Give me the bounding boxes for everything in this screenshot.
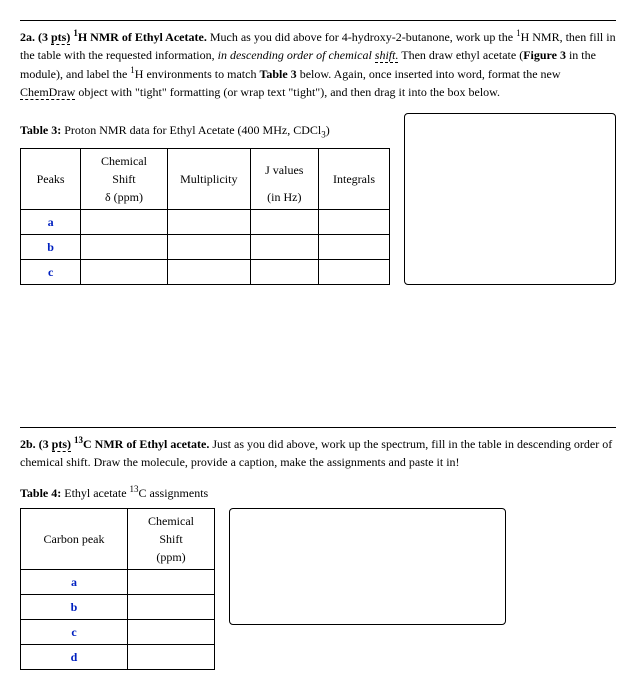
italic-text: in descending order of chemical shift. — [218, 48, 399, 63]
chemdraw-text: ChemDraw — [20, 85, 75, 100]
table-row: a — [21, 570, 215, 595]
cell-blank[interactable] — [81, 234, 168, 259]
text: below. Again, once inserted into word, f… — [297, 67, 561, 81]
table-row: b — [21, 234, 390, 259]
caption-bold: Table 4: — [20, 486, 61, 500]
peak-label: c — [21, 259, 81, 284]
table-row: c — [21, 259, 390, 284]
cell-blank[interactable] — [318, 209, 389, 234]
col-mult-header: Multiplicity — [167, 148, 250, 209]
cell-blank[interactable] — [167, 209, 250, 234]
peak-label: b — [21, 595, 128, 620]
table-row: Peaks Chemical Shift Multiplicity J valu… — [21, 148, 390, 188]
peak-label: a — [21, 209, 81, 234]
text: C assignments — [139, 486, 209, 500]
figure-ref: Figure 3 — [523, 48, 566, 62]
caption-bold: Table 3: — [20, 123, 61, 137]
col-j-header-top: J values — [250, 148, 318, 188]
table3-caption: Table 3: Proton NMR data for Ethyl Aceta… — [20, 121, 390, 142]
text: Then draw ethyl acetate ( — [398, 48, 523, 62]
text: Ethyl acetate — [61, 486, 129, 500]
col-cs-header-bot: δ (ppm) — [81, 188, 168, 210]
table-row: d — [21, 645, 215, 670]
cell-blank[interactable] — [250, 234, 318, 259]
table-row: Carbon peak Chemical — [21, 509, 215, 531]
col-int-header: Integrals — [318, 148, 389, 209]
pts-text: pts) — [51, 30, 70, 45]
col-j-header-bot: (in Hz) — [250, 188, 318, 210]
cell-blank[interactable] — [81, 259, 168, 284]
figure3-dropbox[interactable] — [404, 113, 616, 285]
sec2a-left: Table 3: Proton NMR data for Ethyl Aceta… — [20, 113, 390, 285]
text: object with "tight" formatting (or wrap … — [75, 85, 500, 99]
table-row: c — [21, 620, 215, 645]
text: shift. — [375, 48, 399, 63]
table3: Peaks Chemical Shift Multiplicity J valu… — [20, 148, 390, 285]
table-row: b — [21, 595, 215, 620]
section-2b-rule — [20, 427, 616, 428]
peak-label: a — [21, 570, 128, 595]
peak-label: d — [21, 645, 128, 670]
text: ) — [326, 123, 330, 137]
text: H NMR of Ethyl Acetate. — [78, 30, 207, 44]
section-2b-paragraph: 2b. (3 pts) 13C NMR of Ethyl acetate. Ju… — [20, 434, 616, 471]
cell-blank[interactable] — [318, 234, 389, 259]
text: 2a. (3 — [20, 30, 51, 44]
text: H environments to match — [135, 67, 260, 81]
sec2b-row: Carbon peak Chemical Shift (ppm) a b c d — [20, 508, 616, 670]
cell-blank[interactable] — [128, 595, 215, 620]
col-cs-header-1: Chemical — [128, 509, 215, 531]
superscript: 13 — [130, 484, 139, 494]
vertical-gap — [20, 285, 616, 425]
section-2a-rule — [20, 20, 616, 21]
structure-dropbox[interactable] — [229, 508, 506, 625]
cell-blank[interactable] — [250, 209, 318, 234]
cell-blank[interactable] — [81, 209, 168, 234]
peak-label: b — [21, 234, 81, 259]
text: 2b. (3 — [20, 437, 52, 451]
table4-caption: Table 4: Ethyl acetate 13C assignments — [20, 483, 616, 502]
cell-blank[interactable] — [128, 620, 215, 645]
cell-blank[interactable] — [167, 259, 250, 284]
cell-blank[interactable] — [128, 570, 215, 595]
text: in descending order of chemical — [218, 48, 375, 62]
text: C NMR of Ethyl acetate. — [83, 437, 209, 451]
peak-label: c — [21, 620, 128, 645]
section-2a-paragraph: 2a. (3 pts) 1H NMR of Ethyl Acetate. Muc… — [20, 27, 616, 101]
cell-blank[interactable] — [128, 645, 215, 670]
pts-text: pts) — [52, 437, 71, 452]
table-ref: Table 3 — [259, 67, 296, 81]
sec2a-row: Table 3: Proton NMR data for Ethyl Aceta… — [20, 113, 616, 285]
text: Much as you did above for 4-hydroxy-2-bu… — [210, 30, 516, 44]
col-cs-header-3: (ppm) — [128, 548, 215, 570]
cell-blank[interactable] — [250, 259, 318, 284]
superscript: 13 — [74, 435, 83, 445]
cell-blank[interactable] — [318, 259, 389, 284]
col-cs-header-2: Shift — [128, 530, 215, 548]
text: Proton NMR data for Ethyl Acetate (400 M… — [61, 123, 321, 137]
table-row: a — [21, 209, 390, 234]
table4: Carbon peak Chemical Shift (ppm) a b c d — [20, 508, 215, 670]
cell-blank[interactable] — [167, 234, 250, 259]
sec2a-heading: 2a. (3 pts) 1H NMR of Ethyl Acetate. — [20, 30, 210, 44]
col-cs-header-top: Chemical Shift — [81, 148, 168, 188]
col-peaks-header: Peaks — [21, 148, 81, 209]
sec2b-heading: 2b. (3 pts) 13C NMR of Ethyl acetate. — [20, 437, 212, 451]
col-carbonpeak-header: Carbon peak — [21, 509, 128, 570]
